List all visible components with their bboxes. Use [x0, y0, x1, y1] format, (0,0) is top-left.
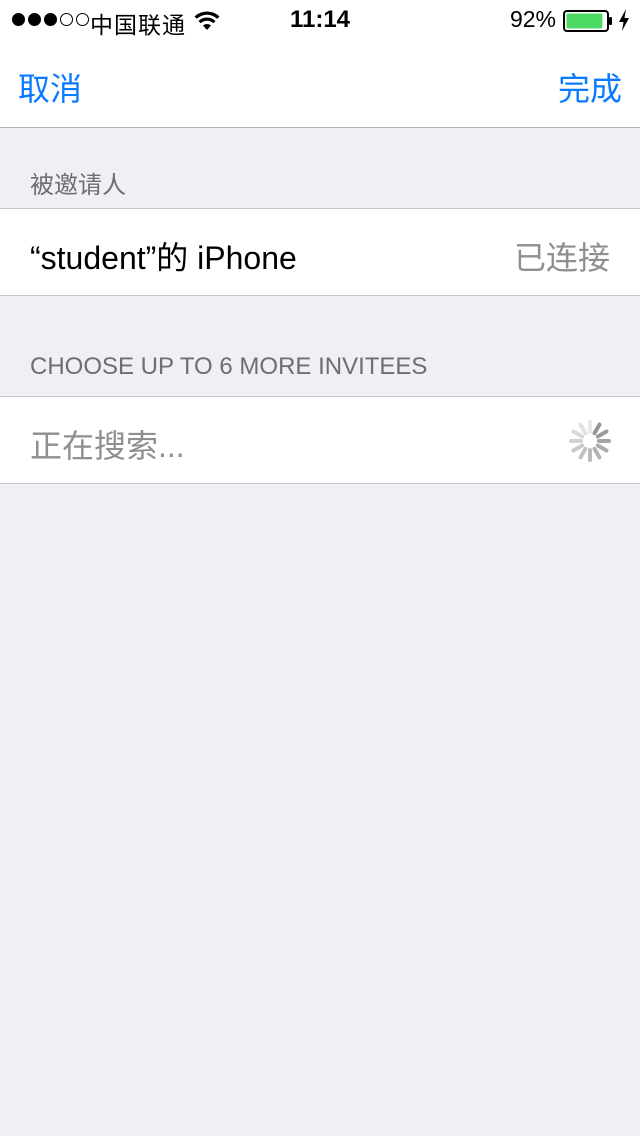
spinner-spoke: [592, 446, 602, 460]
spinner-spoke: [571, 443, 585, 453]
spinner-icon: [569, 420, 611, 462]
searching-row: 正在搜索...: [0, 396, 640, 484]
spinner-spoke: [578, 446, 588, 460]
battery-percentage: 92%: [509, 6, 556, 32]
invited-section-header: 被邀请人: [30, 172, 126, 199]
spinner-spoke: [578, 422, 588, 436]
invitee-status: 已连接: [513, 240, 610, 276]
charging-icon: [619, 9, 629, 31]
battery-icon: [563, 10, 612, 32]
spinner-spoke: [595, 443, 609, 453]
battery-fill: [566, 13, 603, 29]
searching-label: 正在搜索...: [30, 428, 185, 464]
more-invitees-section-header: CHOOSE UP TO 6 MORE INVITEES: [30, 353, 428, 380]
spinner-spoke: [571, 429, 585, 439]
spinner-spoke: [595, 429, 609, 439]
status-bar: 中国联通 11:14 92%: [0, 0, 640, 40]
invitee-device-name: “student”的 iPhone: [30, 240, 297, 276]
spinner-spoke: [592, 422, 602, 436]
cancel-button[interactable]: 取消: [18, 64, 82, 110]
invitee-row[interactable]: “student”的 iPhone 已连接: [0, 208, 640, 296]
navigation-bar: 取消 完成: [0, 40, 640, 128]
screen: 中国联通 11:14 92% 取消 完成 被邀请人 “student”的 iPh…: [0, 0, 640, 1136]
done-button[interactable]: 完成: [558, 64, 622, 110]
